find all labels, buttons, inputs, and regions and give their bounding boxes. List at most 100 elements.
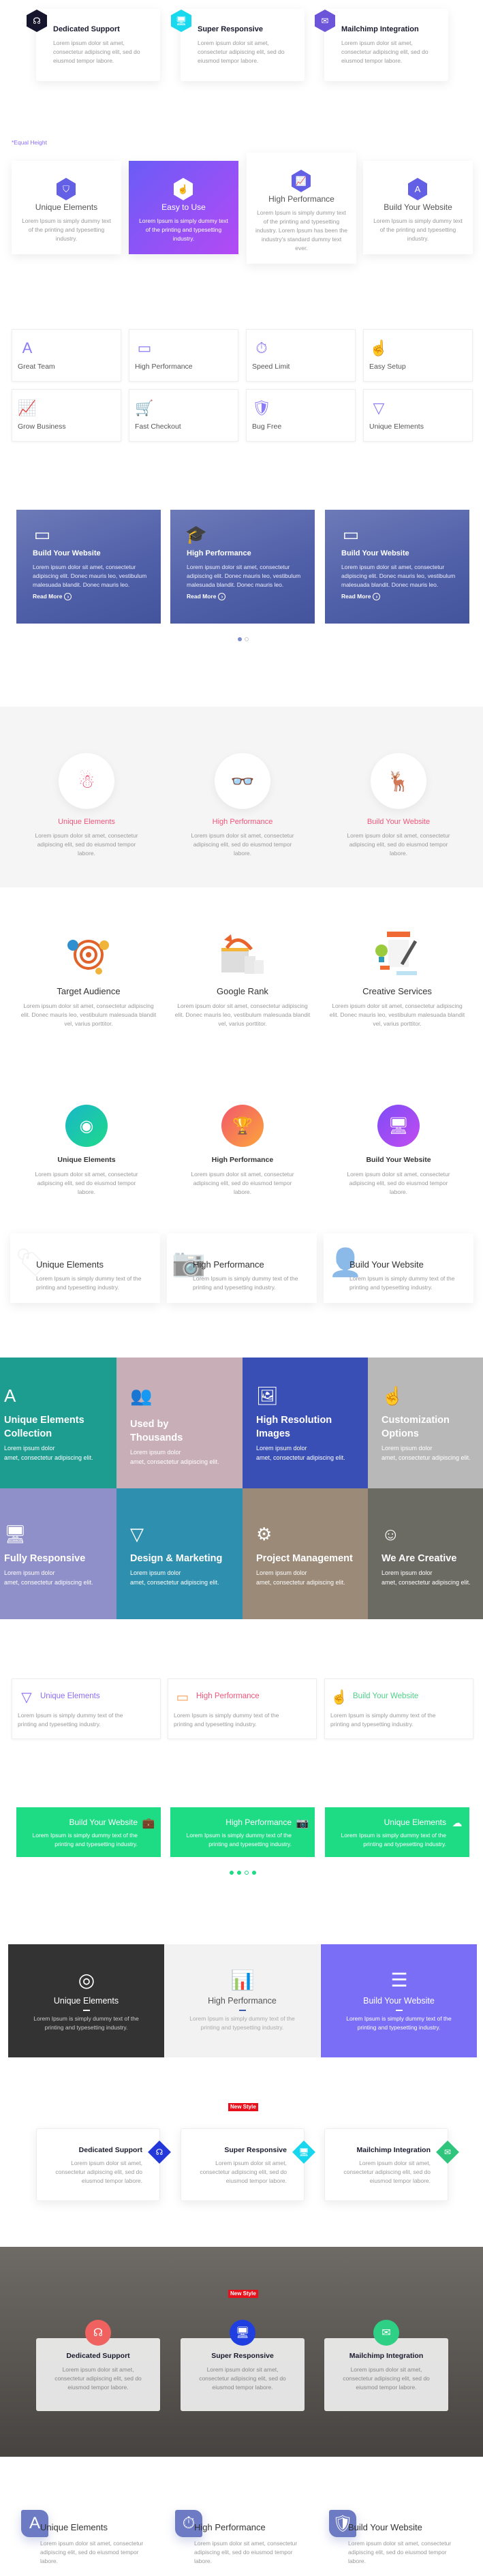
feature-card[interactable]: 📷 High Performance Lorem Ipsum is simply d…	[167, 1233, 317, 1303]
feature-tile[interactable]: 🛡 Bug Free	[246, 389, 356, 442]
equal-height-card[interactable]: A Build Your Website Lorem Ipsum is simply…	[363, 161, 473, 254]
color-box[interactable]: ◎ Unique Elements Lorem Ipsum is simply du…	[8, 1944, 164, 2057]
tile-description: Lorem ipsum dolor amet, consectetur adip…	[381, 1569, 471, 1586]
browser-gears-icon: ⚙	[256, 1523, 272, 1544]
users-icon: 👥	[130, 1385, 153, 1406]
service-title: Target Audience	[57, 986, 121, 996]
feature-title: Unique Elements	[40, 2522, 108, 2532]
photo-tile[interactable]: 🖥 Fully Responsive Lorem ipsum dolor amet,…	[0, 1488, 116, 1619]
slide-card[interactable]: High Performance 📷 Lorem Ipsum is simply d…	[170, 1807, 315, 1857]
read-more-link[interactable]: Read More ›	[341, 593, 381, 600]
image-icon: 🖼	[256, 1385, 279, 1406]
feature-card[interactable]: 👤 Build Your Website Lorem Ipsum is simply…	[324, 1233, 473, 1303]
photo-tile[interactable]: ▽ Design & Marketing Lorem ipsum dolor ame…	[116, 1488, 243, 1619]
creative-pen-illustration	[373, 930, 421, 978]
read-more-label: Read More	[33, 593, 63, 600]
card-title: High Performance	[196, 1692, 260, 1700]
presentation-chart-icon: 📊	[230, 1969, 255, 1991]
pagination-dot[interactable]	[245, 637, 249, 641]
image-card[interactable]: ▭ Build Your Website Lorem ipsum dolor sit…	[16, 510, 161, 624]
equal-height-card[interactable]: ☝ Easy to Use Lorem Ipsum is simply dummy …	[129, 161, 238, 254]
tile-description: Lorem ipsum dolor amet, consectetur adip…	[130, 1449, 219, 1465]
pagination-dot[interactable]	[252, 1871, 256, 1875]
service-description: Lorem ipsum dolor sit amet, consectetur …	[20, 1002, 157, 1027]
feature-card[interactable]: ▭ High Performance Lorem Ipsum is simply d…	[168, 1678, 317, 1739]
tile-title: High Resolution Images	[256, 1415, 332, 1439]
pagination-dot[interactable]	[237, 1871, 241, 1875]
read-more-link[interactable]: Read More ›	[33, 593, 72, 600]
card-title: Build Your Website	[384, 202, 452, 212]
card-title: High Performance	[225, 1818, 292, 1827]
feature-tile[interactable]: 🛒 Fast Checkout	[129, 389, 238, 442]
tile-label: Easy Setup	[369, 363, 406, 371]
feature-card[interactable]: ▽ Unique Elements Lorem Ipsum is simply du…	[12, 1678, 161, 1739]
equal-height-card[interactable]: ⛉ Unique Elements Lorem Ipsum is simply du…	[12, 161, 121, 254]
feature-card[interactable]: Dedicated Support Lorem ipsum dolor sit a…	[36, 2128, 171, 2201]
feature-card[interactable]: Dedicated Support Lorem ipsum dolor sit a…	[36, 2338, 160, 2411]
feature-tile[interactable]: ☝ Easy Setup	[363, 329, 473, 382]
image-card[interactable]: ▭ Build Your Website Lorem ipsum dolor sit…	[325, 510, 469, 624]
slide-card[interactable]: Build Your Website 💼 Lorem Ipsum is simply…	[16, 1807, 161, 1857]
card-title: Easy to Use	[161, 202, 206, 212]
equal-height-card[interactable]: 📈 High Performance Lorem Ipsum is simply d…	[247, 153, 356, 264]
feature-title: High Performance	[211, 1156, 274, 1164]
feature-card[interactable]: ☊ Dedicated Support Lorem ipsum dolor sit …	[27, 9, 160, 81]
box-title: Build Your Website	[363, 1996, 435, 2006]
feature-tile[interactable]: ▭ High Performance	[129, 329, 238, 382]
hipster-icon: ☺	[381, 1523, 400, 1544]
feature-card[interactable]: 🖥 Super Responsive Lorem ipsum dolor sit a…	[171, 9, 305, 81]
feature-card[interactable]: ✉ Mailchimp Integration Lorem ipsum dolor …	[315, 9, 448, 81]
feature-card[interactable]: 🏷 Unique Elements Lorem Ipsum is simply du…	[10, 1233, 160, 1303]
card-description: Lorem Ipsum is simply dummy text of the …	[330, 1712, 436, 1728]
pagination-dot[interactable]	[230, 1871, 234, 1875]
photo-tile[interactable]: A Unique Elements Collection Lorem ipsum d…	[0, 1358, 116, 1488]
photo-tile[interactable]: ⚙ Project Management Lorem ipsum dolor ame…	[243, 1488, 368, 1619]
card-title: Mailchimp Integration	[349, 2352, 424, 2360]
feature-card[interactable]: Mailchimp Integration Lorem ipsum dolor s…	[324, 2338, 448, 2411]
feature-card[interactable]: ☝ Build Your Website Lorem Ipsum is simply…	[324, 1678, 473, 1739]
feature-card[interactable]: Mailchimp Integration Lorem ipsum dolor s…	[324, 2128, 459, 2201]
feature-card[interactable]: Super Responsive Lorem ipsum dolor sit am…	[181, 2338, 305, 2411]
card-title: Dedicated Support	[78, 2146, 142, 2154]
feature-tile[interactable]: ⏱ Speed Limit	[246, 329, 356, 382]
cart-icon: 🛒	[135, 399, 154, 416]
feature-tile[interactable]: A Great Team	[12, 329, 121, 382]
card-title: Super Responsive	[211, 2352, 274, 2360]
photo-tile[interactable]: ☝ Customization Options Lorem ipsum dolor …	[368, 1358, 483, 1488]
feature-card[interactable]: Super Responsive Lorem ipsum dolor sit am…	[181, 2128, 315, 2201]
pagination-dot[interactable]	[238, 637, 242, 641]
feature-description: Lorem ipsum dolor sit amet, consectetur …	[347, 832, 450, 857]
photo-tile[interactable]: 👥 Used by Thousands Lorem ipsum dolor amet…	[116, 1358, 243, 1488]
arrow-circle-icon: ›	[373, 593, 381, 600]
card-description: Lorem Ipsum is simply dummy text of the …	[349, 1275, 455, 1291]
photo-tile[interactable]: ☺ We Are Creative Lorem ipsum dolor amet, …	[368, 1488, 483, 1619]
pagination-dot[interactable]	[245, 1871, 249, 1875]
card-title: High Performance	[193, 1259, 264, 1270]
letter-a-icon: A	[4, 1385, 16, 1406]
card-title: Mailchimp Integration	[356, 2146, 431, 2154]
color-box[interactable]: ☰ Build Your Website Lorem Ipsum is simply…	[321, 1944, 477, 2057]
hand-pointer-icon: ☝	[330, 1689, 348, 1705]
feature-description: Lorem ipsum dolor sit amet, consectetur …	[347, 1171, 450, 1195]
card-description: Lorem ipsum dolor sit amet, consectetur …	[341, 564, 456, 588]
slide-card[interactable]: Unique Elements ☁ Lorem Ipsum is simply du…	[325, 1807, 469, 1857]
photo-tile[interactable]: 🖼 High Resolution Images Lorem ipsum dolor…	[243, 1358, 368, 1488]
beard-icon: ▽	[21, 1689, 32, 1705]
feature-tile[interactable]: ▽ Unique Elements	[363, 389, 473, 442]
feature-description: Lorem ipsum dolor sit amet, consectetur …	[40, 2540, 144, 2564]
tile-label: Speed Limit	[252, 363, 290, 371]
card-title: Dedicated Support	[66, 2352, 130, 2360]
graduate-icon: 🎓	[185, 523, 208, 545]
feature-tile[interactable]: 📈 Grow Business	[12, 389, 121, 442]
devices-icon: 🖥	[230, 2320, 255, 2346]
beard-icon: ▽	[130, 1523, 144, 1544]
image-card[interactable]: 🎓 High Performance Lorem ipsum dolor sit a…	[170, 510, 315, 624]
color-box[interactable]: 📊 High Performance Lorem Ipsum is simply d…	[164, 1944, 320, 2057]
card-title: High Performance	[187, 549, 251, 557]
read-more-link[interactable]: Read More ›	[187, 593, 226, 600]
line-chart-icon: 📈	[18, 399, 37, 416]
title-divider	[83, 2010, 90, 2011]
browser-window-icon: ▭	[342, 523, 360, 545]
feature-title: High Performance	[194, 2522, 266, 2532]
feature-title: Unique Elements	[58, 818, 115, 826]
